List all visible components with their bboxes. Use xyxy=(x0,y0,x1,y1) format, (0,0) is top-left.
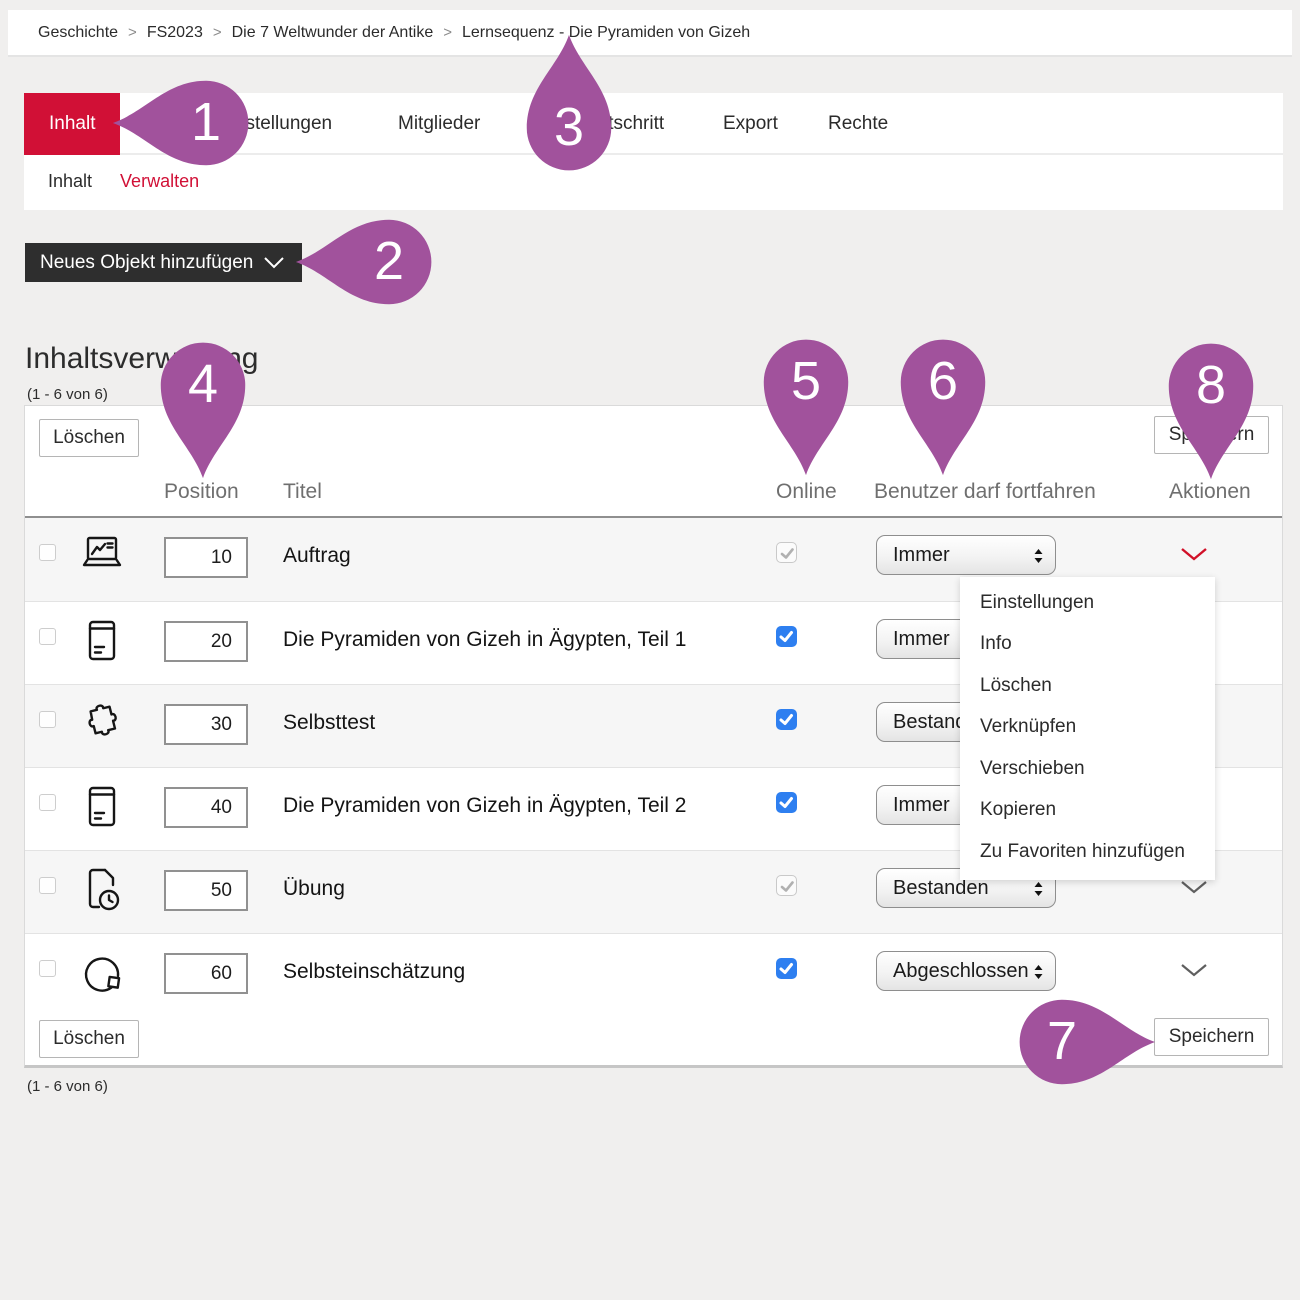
position-input[interactable] xyxy=(164,537,248,578)
proceed-select[interactable]: Immer xyxy=(876,535,1056,575)
tab-rechte[interactable]: Rechte xyxy=(828,93,888,155)
marker-number: 2 xyxy=(374,234,404,288)
position-input[interactable] xyxy=(164,704,248,745)
item-title: Selbsteinschätzung xyxy=(283,960,465,984)
breadcrumb: Geschichte > FS2023 > Die 7 Weltwunder d… xyxy=(8,10,1292,57)
menu-item-einstellungen[interactable]: Einstellungen xyxy=(960,582,1215,624)
breadcrumb-separator: > xyxy=(213,24,222,41)
add-object-label: Neues Objekt hinzufügen xyxy=(40,252,253,274)
online-checkbox xyxy=(776,875,797,896)
breadcrumb-separator: > xyxy=(128,24,137,41)
actions-chevron-open[interactable] xyxy=(1181,548,1207,561)
column-header-proceed: Benutzer darf fortfahren xyxy=(874,480,1096,504)
tab-export[interactable]: Export xyxy=(723,93,778,155)
marker-number: 4 xyxy=(188,357,218,411)
menu-item-verknuepfen[interactable]: Verknüpfen xyxy=(960,707,1215,749)
chevron-down-icon xyxy=(264,257,284,269)
puzzle-icon xyxy=(79,697,125,751)
proceed-select[interactable]: Abgeschlossen xyxy=(876,951,1056,991)
online-checkbox[interactable] xyxy=(776,958,797,979)
item-title: Die Pyramiden von Gizeh in Ägypten, Teil… xyxy=(283,794,687,818)
actions-chevron[interactable] xyxy=(1181,881,1207,894)
column-header-actions: Aktionen xyxy=(1169,480,1251,504)
learning-module-icon xyxy=(79,614,125,668)
position-input[interactable] xyxy=(164,953,248,994)
marker-number: 6 xyxy=(928,354,958,408)
actions-chevron[interactable] xyxy=(1181,964,1207,977)
proceed-value: Immer xyxy=(893,628,950,651)
menu-item-verschieben[interactable]: Verschieben xyxy=(960,748,1215,790)
marker-number: 3 xyxy=(554,100,584,154)
result-range-top: (1 - 6 von 6) xyxy=(27,386,108,403)
delete-button-top[interactable]: Löschen xyxy=(39,419,139,457)
position-input[interactable] xyxy=(164,870,248,911)
file-clock-icon xyxy=(79,863,125,917)
row-select-checkbox[interactable] xyxy=(39,544,56,561)
breadcrumb-item[interactable]: Geschichte xyxy=(38,24,118,42)
item-title: Übung xyxy=(283,877,345,901)
menu-item-loeschen[interactable]: Löschen xyxy=(960,665,1215,707)
save-button-bottom[interactable]: Speichern xyxy=(1154,1018,1269,1056)
item-title: Auftrag xyxy=(283,544,351,568)
actions-dropdown-menu: Einstellungen Info Löschen Verknüpfen Ve… xyxy=(960,577,1215,880)
breadcrumb-separator: > xyxy=(443,24,452,41)
item-title: Die Pyramiden von Gizeh in Ägypten, Teil… xyxy=(283,628,687,652)
delete-button-bottom[interactable]: Löschen xyxy=(39,1020,139,1058)
tab-mitglieder[interactable]: Mitglieder xyxy=(398,93,480,155)
online-checkbox[interactable] xyxy=(776,709,797,730)
marker-number: 8 xyxy=(1196,358,1226,412)
position-input[interactable] xyxy=(164,787,248,828)
column-header-online: Online xyxy=(776,480,837,504)
online-checkbox[interactable] xyxy=(776,626,797,647)
marker-number: 5 xyxy=(791,354,821,408)
row-select-checkbox[interactable] xyxy=(39,877,56,894)
menu-item-zu-favoriten[interactable]: Zu Favoriten hinzufügen xyxy=(960,831,1215,873)
select-spinner-icon xyxy=(1033,880,1044,898)
online-checkbox[interactable] xyxy=(776,792,797,813)
result-range-bottom: (1 - 6 von 6) xyxy=(27,1078,108,1095)
row-select-checkbox[interactable] xyxy=(39,794,56,811)
menu-item-kopieren[interactable]: Kopieren xyxy=(960,790,1215,832)
online-checkbox xyxy=(776,542,797,563)
select-spinner-icon xyxy=(1033,547,1044,565)
position-input[interactable] xyxy=(164,621,248,662)
row-select-checkbox[interactable] xyxy=(39,960,56,977)
breadcrumb-item[interactable]: FS2023 xyxy=(147,24,203,42)
proceed-value: Immer xyxy=(893,794,950,817)
pie-circle-icon xyxy=(79,946,125,1000)
breadcrumb-item[interactable]: Die 7 Weltwunder der Antike xyxy=(232,24,434,42)
subtab-inhalt[interactable]: Inhalt xyxy=(48,171,92,192)
subtab-verwalten[interactable]: Verwalten xyxy=(120,171,199,192)
row-select-checkbox[interactable] xyxy=(39,711,56,728)
laptop-chart-icon xyxy=(79,530,125,584)
row-select-checkbox[interactable] xyxy=(39,628,56,645)
learning-module-icon xyxy=(79,780,125,834)
menu-item-info[interactable]: Info xyxy=(960,624,1215,666)
select-spinner-icon xyxy=(1033,963,1044,981)
item-title: Selbsttest xyxy=(283,711,375,735)
marker-number: 7 xyxy=(1047,1014,1077,1068)
tab-inhalt[interactable]: Inhalt xyxy=(24,93,120,155)
add-object-button[interactable]: Neues Objekt hinzufügen xyxy=(25,243,302,282)
proceed-value: Immer xyxy=(893,544,950,567)
column-header-position: Position xyxy=(164,480,239,504)
proceed-value: Abgeschlossen xyxy=(893,960,1029,983)
column-header-title: Titel xyxy=(283,480,322,504)
table-header-row: Position Titel Online Benutzer darf fort… xyxy=(25,480,1282,516)
marker-number: 1 xyxy=(191,95,221,149)
